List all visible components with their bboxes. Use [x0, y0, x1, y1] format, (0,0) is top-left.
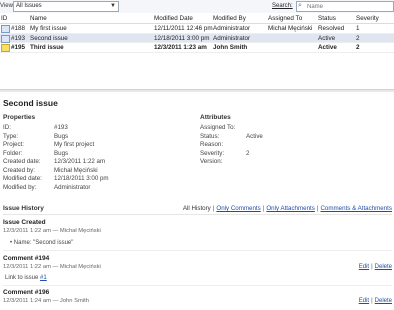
search-input[interactable]	[307, 3, 387, 10]
row-status: Active	[318, 44, 337, 51]
column-header-assigned-to[interactable]: Assigned To	[268, 15, 302, 22]
attribute-version: Version:	[200, 158, 223, 165]
grid-header: ID Name Modified Date Modified By Assign…	[0, 14, 394, 24]
history-heading: Issue History	[3, 205, 44, 212]
column-header-severity[interactable]: Severity	[356, 15, 379, 22]
attribute-status: Status: Active	[200, 132, 263, 140]
delete-comment-link[interactable]: Delete	[375, 298, 392, 304]
row-name: My first issue	[30, 25, 67, 32]
row-status: Resolved	[318, 25, 345, 32]
property-created-date: Created date: 12/3/2011 1:22 am	[3, 158, 106, 165]
row-severity: 2	[356, 44, 360, 51]
row-severity: 1	[356, 25, 360, 32]
delete-comment-link[interactable]: Delete	[375, 264, 392, 270]
row-id: #195	[11, 44, 26, 51]
row-id: #193	[11, 34, 26, 42]
comment-text: Link to issue #1	[5, 275, 47, 281]
divider	[3, 214, 392, 215]
history-entry-meta: 12/3/2011 1:22 am — Michał Męciński	[3, 228, 101, 234]
row-severity: 2	[356, 34, 360, 42]
history-entry-title: Comment #196	[3, 289, 50, 296]
table-row[interactable]: #195 Third issue 12/3/2011 1:23 am John …	[0, 43, 394, 53]
row-status: Active	[318, 34, 336, 42]
pane-splitter[interactable]	[0, 89, 394, 92]
property-id: ID: #193	[3, 124, 68, 131]
filter-only-attachments[interactable]: Only Attachments	[266, 205, 315, 212]
issue-link[interactable]: #1	[40, 275, 47, 281]
issue-icon	[1, 25, 10, 33]
column-header-modified-by[interactable]: Modified By	[213, 15, 246, 22]
divider	[3, 285, 392, 286]
search-box[interactable]: ⌕	[296, 1, 394, 12]
history-entry-title: Issue Created	[3, 219, 46, 226]
issue-icon	[1, 34, 10, 43]
comment-actions: Edit | Delete	[358, 264, 392, 270]
toolbar: View: All Issues ▼ Search: ⌕	[0, 0, 394, 13]
column-header-name[interactable]: Name	[30, 15, 47, 22]
row-modified: 12/11/2011 12:46 pm	[154, 25, 213, 32]
history-entry-title: Comment #194	[3, 255, 50, 262]
chevron-down-icon[interactable]: ▼	[109, 2, 117, 11]
property-created-by: Created by: Michał Męciński	[3, 166, 98, 174]
row-assigned-to: Michał Męciński	[268, 25, 313, 32]
filter-only-comments[interactable]: Only Comments	[216, 205, 260, 212]
edit-comment-link[interactable]: Edit	[359, 298, 369, 304]
divider	[3, 250, 392, 251]
issues-grid: ID Name Modified Date Modified By Assign…	[0, 14, 394, 53]
attributes-heading: Attributes	[200, 114, 231, 121]
filter-comments-and-attachments[interactable]: Comments & Attachments	[320, 205, 392, 212]
row-id: #188	[11, 25, 26, 32]
filter-all-history: All History	[182, 205, 211, 212]
property-modified-date: Modified date: 12/18/2011 3:00 pm	[3, 175, 109, 182]
row-name: Third issue	[30, 44, 64, 51]
row-modified: 12/3/2011 1:23 am	[154, 44, 207, 51]
properties-heading: Properties	[3, 114, 36, 121]
edit-comment-link[interactable]: Edit	[359, 264, 369, 270]
search-label: Search:	[272, 3, 293, 9]
column-header-status[interactable]: Status	[318, 15, 336, 22]
history-entry-meta: 12/3/2011 1:24 am — John Smith	[3, 298, 89, 304]
property-modified-by: Modified by: Administrator	[3, 183, 91, 191]
column-header-modified-date[interactable]: Modified Date	[154, 15, 193, 22]
row-name: Second issue	[30, 34, 68, 42]
table-row[interactable]: #193 Second issue 12/18/2011 3:00 pm Adm…	[0, 33, 394, 43]
row-modified-by: Administrator	[213, 34, 251, 42]
history-entry-change: • Name: "Second issue"	[10, 240, 74, 246]
search-icon: ⌕	[298, 2, 302, 9]
property-folder: Folder: Bugs	[3, 149, 69, 157]
attribute-assigned-to: Assigned To:	[200, 124, 236, 131]
comment-actions: Edit | Delete	[358, 298, 392, 304]
table-row[interactable]: #188 My first issue 12/11/2011 12:46 pm …	[0, 24, 394, 34]
attribute-severity: Severity: 2	[200, 149, 250, 157]
row-modified: 12/18/2011 3:00 pm	[154, 34, 210, 42]
unread-issue-icon	[1, 44, 10, 52]
column-header-id[interactable]: ID	[1, 15, 7, 22]
issue-title: Second issue	[3, 98, 58, 108]
row-modified-by: Administrator	[213, 25, 251, 32]
history-entry-meta: 12/3/2011 1:22 am — Michał Męciński	[3, 264, 101, 270]
row-modified-by: John Smith	[213, 44, 248, 51]
property-type: Type: Bugs	[3, 132, 69, 140]
history-filters: All History | Only Comments | Only Attachmen…	[182, 205, 392, 212]
view-select[interactable]: All Issues ▼	[13, 1, 119, 12]
attribute-reason: Reason:	[200, 141, 224, 148]
property-project: Project: My first project	[3, 141, 95, 148]
view-select-value: All Issues	[16, 3, 42, 9]
